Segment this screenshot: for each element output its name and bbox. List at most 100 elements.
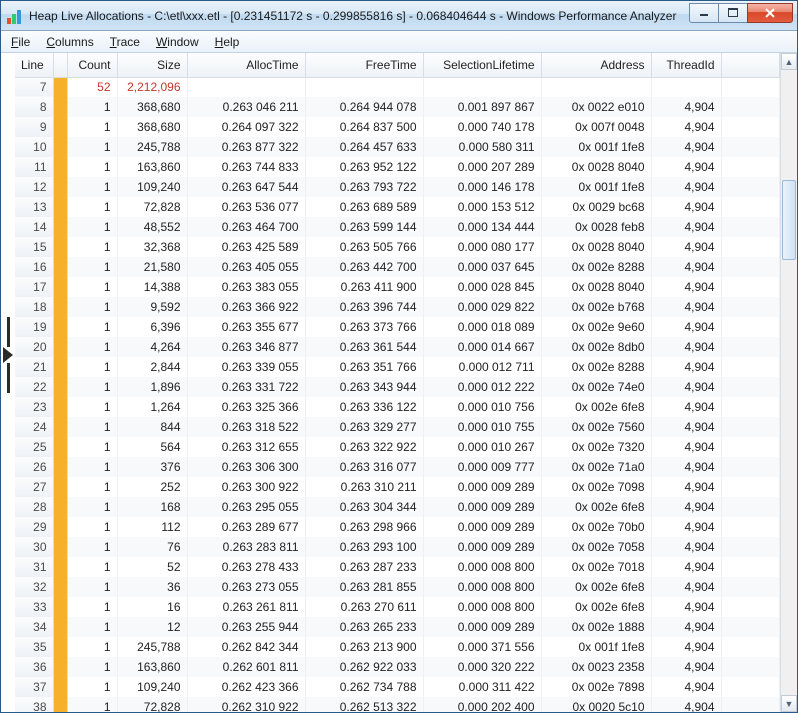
cell-alloc: 0.263 647 544 <box>187 177 305 197</box>
cell-alloc: 0.263 464 700 <box>187 217 305 237</box>
table-row[interactable]: 7522,212,096 <box>15 77 780 97</box>
table-row[interactable]: 38172,8280.262 310 9220.262 513 3220.000… <box>15 697 780 712</box>
cell-line: 10 <box>15 137 53 157</box>
col-header-count[interactable]: Count <box>67 53 117 77</box>
table-row[interactable]: 101245,7880.263 877 3220.264 457 6330.00… <box>15 137 780 157</box>
col-header-sel[interactable]: SelectionLifetime <box>423 53 541 77</box>
cell-size: 52 <box>117 557 187 577</box>
table-row[interactable]: 331160.263 261 8110.263 270 6110.000 008… <box>15 597 780 617</box>
col-header-alloc[interactable]: AllocTime <box>187 53 305 77</box>
cell-sel: 0.000 371 556 <box>423 637 541 657</box>
table-row[interactable]: 351245,7880.262 842 3440.263 213 9000.00… <box>15 637 780 657</box>
table-row[interactable]: 2418440.263 318 5220.263 329 2770.000 01… <box>15 417 780 437</box>
table-row[interactable]: 91368,6800.264 097 3220.264 837 5000.000… <box>15 117 780 137</box>
table-row[interactable]: 2515640.263 312 6550.263 322 9220.000 01… <box>15 437 780 457</box>
col-header-marker[interactable] <box>53 53 67 77</box>
cell-size: 14,388 <box>117 277 187 297</box>
cell-marker <box>53 197 67 217</box>
col-header-thread[interactable]: ThreadId <box>651 53 721 77</box>
cell-thread: 4,904 <box>651 117 721 137</box>
cell-size: 368,680 <box>117 117 187 137</box>
table-row[interactable]: 311520.263 278 4330.263 287 2330.000 008… <box>15 557 780 577</box>
table-row[interactable]: 13172,8280.263 536 0770.263 689 5890.000… <box>15 197 780 217</box>
menu-file[interactable]: File <box>5 34 36 50</box>
table-row[interactable]: 1819,5920.263 366 9220.263 396 7440.000 … <box>15 297 780 317</box>
col-header-addr[interactable]: Address <box>541 53 651 77</box>
cell-line: 22 <box>15 377 53 397</box>
cell-alloc: 0.263 331 722 <box>187 377 305 397</box>
menu-columns[interactable]: Columns <box>40 34 99 50</box>
col-header-line[interactable]: Line <box>15 53 53 77</box>
cell-free: 0.263 270 611 <box>305 597 423 617</box>
table-row[interactable]: 2014,2640.263 346 8770.263 361 5440.000 … <box>15 337 780 357</box>
menu-help[interactable]: Help <box>209 34 246 50</box>
table-row[interactable]: 361163,8600.262 601 8110.262 922 0330.00… <box>15 657 780 677</box>
close-button[interactable] <box>747 3 793 23</box>
table-row[interactable]: 1916,3960.263 355 6770.263 373 7660.000 … <box>15 317 780 337</box>
table-row[interactable]: 321360.263 273 0550.263 281 8550.000 008… <box>15 577 780 597</box>
cell-line: 28 <box>15 497 53 517</box>
scroll-track[interactable] <box>781 70 797 695</box>
table-row[interactable]: 2211,8960.263 331 7220.263 343 9440.000 … <box>15 377 780 397</box>
cell-thread: 4,904 <box>651 197 721 217</box>
cell-marker <box>53 77 67 97</box>
cell-free: 0.263 396 744 <box>305 297 423 317</box>
cell-addr: 0x 002e 7018 <box>541 557 651 577</box>
table-row[interactable]: 2911120.263 289 6770.263 298 9660.000 00… <box>15 517 780 537</box>
cell-count: 1 <box>67 257 117 277</box>
cell-alloc: 0.262 310 922 <box>187 697 305 712</box>
data-grid[interactable]: Line Count Size AllocTime FreeTime Selec… <box>15 53 780 712</box>
titlebar[interactable]: Heap Live Allocations - C:\etl\xxx.etl -… <box>1 1 797 31</box>
cell-line: 7 <box>15 77 53 97</box>
minimize-button[interactable] <box>689 3 719 23</box>
table-row[interactable]: 14148,5520.263 464 7000.263 599 1440.000… <box>15 217 780 237</box>
table-row[interactable]: 2613760.263 306 3000.263 316 0770.000 00… <box>15 457 780 477</box>
cell-thread: 4,904 <box>651 677 721 697</box>
scroll-down-button[interactable]: ▼ <box>781 695 797 712</box>
cell-size: 72,828 <box>117 197 187 217</box>
cell-free: 0.264 944 078 <box>305 97 423 117</box>
col-header-pad[interactable] <box>721 53 780 77</box>
table-row[interactable]: 341120.263 255 9440.263 265 2330.000 009… <box>15 617 780 637</box>
cell-pad <box>721 597 780 617</box>
cell-marker <box>53 457 67 477</box>
table-row[interactable]: 301760.263 283 8110.263 293 1000.000 009… <box>15 537 780 557</box>
cell-sel: 0.000 146 178 <box>423 177 541 197</box>
table-row[interactable]: 2811680.263 295 0550.263 304 3440.000 00… <box>15 497 780 517</box>
table-row[interactable]: 81368,6800.263 046 2110.264 944 0780.001… <box>15 97 780 117</box>
cell-marker <box>53 317 67 337</box>
column-header-row: Line Count Size AllocTime FreeTime Selec… <box>15 53 780 77</box>
table-row[interactable]: 121109,2400.263 647 5440.263 793 7220.00… <box>15 177 780 197</box>
cell-sel: 0.000 202 400 <box>423 697 541 712</box>
table-row[interactable]: 15132,3680.263 425 5890.263 505 7660.000… <box>15 237 780 257</box>
table-row[interactable]: 17114,3880.263 383 0550.263 411 9000.000… <box>15 277 780 297</box>
menu-trace[interactable]: Trace <box>104 34 146 50</box>
cell-addr: 0x 001f 1fe8 <box>541 137 651 157</box>
cell-line: 16 <box>15 257 53 277</box>
scroll-thumb[interactable] <box>782 180 796 260</box>
table-row[interactable]: 2712520.263 300 9220.263 310 2110.000 00… <box>15 477 780 497</box>
menu-window[interactable]: Window <box>150 34 205 50</box>
cell-addr: 0x 002e 9e60 <box>541 317 651 337</box>
cell-line: 24 <box>15 417 53 437</box>
cell-addr: 0x 002e 8db0 <box>541 337 651 357</box>
table-row[interactable]: 16121,5800.263 405 0550.263 442 7000.000… <box>15 257 780 277</box>
maximize-button[interactable] <box>718 3 748 23</box>
scroll-up-button[interactable]: ▲ <box>781 53 797 70</box>
cell-sel: 0.000 010 755 <box>423 417 541 437</box>
cell-thread: 4,904 <box>651 537 721 557</box>
table-row[interactable]: 2112,8440.263 339 0550.263 351 7660.000 … <box>15 357 780 377</box>
row-range-indicator <box>1 317 15 393</box>
table-row[interactable]: 371109,2400.262 423 3660.262 734 7880.00… <box>15 677 780 697</box>
vertical-scrollbar[interactable]: ▲ ▼ <box>780 53 797 712</box>
cell-count: 1 <box>67 457 117 477</box>
cell-pad <box>721 657 780 677</box>
table-row[interactable]: 2311,2640.263 325 3660.263 336 1220.000 … <box>15 397 780 417</box>
col-header-free[interactable]: FreeTime <box>305 53 423 77</box>
cell-line: 9 <box>15 117 53 137</box>
col-header-size[interactable]: Size <box>117 53 187 77</box>
cell-alloc: 0.263 339 055 <box>187 357 305 377</box>
cell-count: 1 <box>67 217 117 237</box>
table-row[interactable]: 111163,8600.263 744 8330.263 952 1220.00… <box>15 157 780 177</box>
cell-pad <box>721 257 780 277</box>
